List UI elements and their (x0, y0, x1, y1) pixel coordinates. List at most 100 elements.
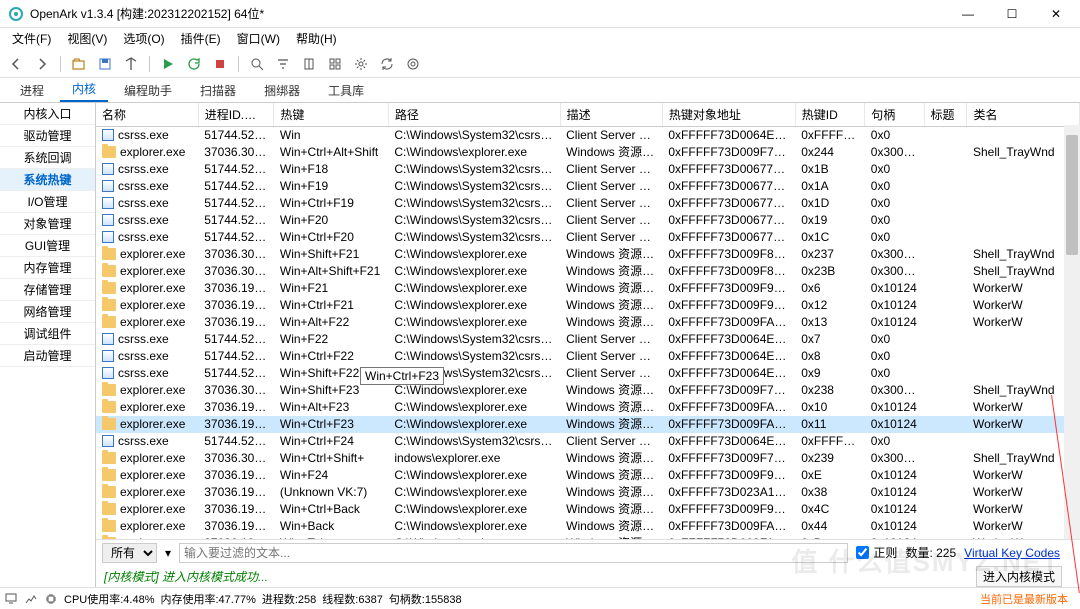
forward-icon[interactable] (32, 54, 52, 74)
app-icon (102, 180, 114, 192)
refresh-icon[interactable] (377, 54, 397, 74)
close-button[interactable]: ✕ (1034, 0, 1078, 28)
table-row[interactable]: explorer.exe37036.19076Win+Alt+F22C:\Win… (96, 314, 1080, 331)
table-row[interactable]: explorer.exe37036.19076Win+TabC:\Windows… (96, 535, 1080, 539)
table-row[interactable]: explorer.exe37036.19076Win+BackC:\Window… (96, 518, 1080, 535)
app-icon (102, 333, 114, 345)
table-row[interactable]: csrss.exe51744.52468Win+Ctrl+F20C:\Windo… (96, 229, 1080, 246)
sidebar-item-0[interactable]: 内核入口 (0, 103, 95, 125)
table-row[interactable]: csrss.exe51744.52468Win+Ctrl+F24C:\Windo… (96, 433, 1080, 450)
window-title: OpenArk v1.3.4 [构建:202312202152] 64位* (30, 5, 946, 22)
table-row[interactable]: explorer.exe37036.19076Win+F24C:\Windows… (96, 467, 1080, 484)
enter-kernel-mode-button[interactable]: 进入内核模式 (976, 566, 1062, 587)
save-icon[interactable] (95, 54, 115, 74)
menu-5[interactable]: 帮助(H) (288, 28, 345, 50)
sidebar-item-7[interactable]: 内存管理 (0, 257, 95, 279)
table-row[interactable]: csrss.exe51744.52468Win+Ctrl+F22C:\Windo… (96, 348, 1080, 365)
column-header-3[interactable]: 路径 (388, 103, 560, 127)
table-row[interactable]: csrss.exe51744.52468Win+F18C:\Windows\Sy… (96, 161, 1080, 178)
sidebar-item-6[interactable]: GUI管理 (0, 235, 95, 257)
table-row[interactable]: csrss.exe51744.52468Win+Shift+F22C:\Wind… (96, 365, 1080, 382)
scrollbar-vertical[interactable] (1064, 125, 1080, 539)
table-row[interactable]: explorer.exe37036.30908Win+Ctrl+Shift+in… (96, 450, 1080, 467)
table-row[interactable]: explorer.exe37036.30908Win+Shift+F21C:\W… (96, 246, 1080, 263)
table-row[interactable]: csrss.exe51744.52468Win+F19C:\Windows\Sy… (96, 178, 1080, 195)
filter-input[interactable] (179, 543, 848, 563)
column-header-7[interactable]: 句柄 (865, 103, 924, 127)
tab-3[interactable]: 扫描器 (188, 79, 248, 102)
app-icon (102, 350, 114, 362)
menu-2[interactable]: 选项(O) (115, 28, 172, 50)
table-row[interactable]: csrss.exe51744.52468Win+F22C:\Windows\Sy… (96, 331, 1080, 348)
sidebar-item-2[interactable]: 系统回调 (0, 147, 95, 169)
column-header-9[interactable]: 类名 (967, 103, 1080, 127)
gear-icon[interactable] (351, 54, 371, 74)
table-row[interactable]: explorer.exe37036.19076Win+F21C:\Windows… (96, 280, 1080, 297)
column-header-0[interactable]: 名称 (96, 103, 198, 127)
ontop-icon[interactable] (121, 54, 141, 74)
regex-checkbox[interactable]: 正则 (856, 544, 897, 561)
folder-icon (102, 452, 116, 464)
main-panel: 名称进程ID.线程ID热键路径描述热键对象地址热键ID句柄标题类名 csrss.… (96, 103, 1080, 587)
folder-icon (102, 282, 116, 294)
menu-0[interactable]: 文件(F) (4, 28, 59, 50)
table-row[interactable]: explorer.exe37036.19076Win+Alt+F23C:\Win… (96, 399, 1080, 416)
restart-icon[interactable] (184, 54, 204, 74)
column-header-1[interactable]: 进程ID.线程ID (198, 103, 274, 127)
tab-4[interactable]: 捆绑器 (252, 79, 312, 102)
dropdown-icon: ▾ (165, 546, 171, 560)
maximize-button[interactable]: ☐ (990, 0, 1034, 28)
tab-5[interactable]: 工具库 (316, 79, 376, 102)
table-row[interactable]: explorer.exe37036.19076Win+Ctrl+BackC:\W… (96, 501, 1080, 518)
sidebar-item-8[interactable]: 存储管理 (0, 279, 95, 301)
run-icon[interactable] (158, 54, 178, 74)
table-row[interactable]: explorer.exe37036.30908Win+Ctrl+Alt+Shif… (96, 144, 1080, 161)
column-header-8[interactable]: 标题 (924, 103, 967, 127)
menu-1[interactable]: 视图(V) (59, 28, 115, 50)
stop-icon[interactable] (210, 54, 230, 74)
table-row[interactable]: explorer.exe37036.19076Win+Ctrl+F23C:\Wi… (96, 416, 1080, 433)
folder-icon (102, 316, 116, 328)
column-header-6[interactable]: 热键ID (795, 103, 865, 127)
folder-icon (102, 503, 116, 515)
book-icon[interactable] (299, 54, 319, 74)
column-header-4[interactable]: 描述 (560, 103, 662, 127)
sidebar-item-3[interactable]: 系统热键 (0, 169, 95, 191)
folder-icon (102, 537, 116, 539)
table-row[interactable]: csrss.exe51744.52468Win+F20C:\Windows\Sy… (96, 212, 1080, 229)
grid-icon[interactable] (325, 54, 345, 74)
tab-1[interactable]: 内核 (60, 77, 108, 102)
table-row[interactable]: csrss.exe51744.52468WinC:\Windows\System… (96, 127, 1080, 145)
app-icon (102, 435, 114, 447)
open-icon[interactable] (69, 54, 89, 74)
sidebar-item-4[interactable]: I/O管理 (0, 191, 95, 213)
table-row[interactable]: explorer.exe37036.30908Win+Alt+Shift+F21… (96, 263, 1080, 280)
minimize-button[interactable]: — (946, 0, 990, 28)
sidebar-item-1[interactable]: 驱动管理 (0, 125, 95, 147)
sidebar-item-9[interactable]: 网络管理 (0, 301, 95, 323)
hotkey-table[interactable]: 名称进程ID.线程ID热键路径描述热键对象地址热键ID句柄标题类名 csrss.… (96, 103, 1080, 539)
menu-3[interactable]: 插件(E) (173, 28, 229, 50)
column-header-2[interactable]: 热键 (274, 103, 389, 127)
target-icon[interactable] (403, 54, 423, 74)
tabbar: 进程内核编程助手扫描器捆绑器工具库 (0, 78, 1080, 102)
find-icon[interactable] (247, 54, 267, 74)
folder-icon (102, 401, 116, 413)
virtual-key-codes-link[interactable]: Virtual Key Codes (964, 546, 1060, 560)
back-icon[interactable] (6, 54, 26, 74)
process-count: 进程数:258 (262, 591, 316, 607)
sidebar-item-5[interactable]: 对象管理 (0, 213, 95, 235)
table-row[interactable]: explorer.exe37036.30908Win+Shift+F23C:\W… (96, 382, 1080, 399)
sidebar-item-11[interactable]: 启动管理 (0, 345, 95, 367)
table-row[interactable]: explorer.exe37036.19076(Unknown VK:7)C:\… (96, 484, 1080, 501)
filter-scope-select[interactable]: 所有 (102, 543, 157, 563)
filter-icon[interactable] (273, 54, 293, 74)
table-row[interactable]: csrss.exe51744.52468Win+Ctrl+F19C:\Windo… (96, 195, 1080, 212)
tab-0[interactable]: 进程 (8, 79, 56, 102)
table-row[interactable]: explorer.exe37036.19076Win+Ctrl+F21C:\Wi… (96, 297, 1080, 314)
menu-4[interactable]: 窗口(W) (229, 28, 288, 50)
tab-2[interactable]: 编程助手 (112, 79, 184, 102)
column-header-5[interactable]: 热键对象地址 (662, 103, 795, 127)
sidebar-item-10[interactable]: 调试组件 (0, 323, 95, 345)
chip-icon (44, 592, 58, 606)
